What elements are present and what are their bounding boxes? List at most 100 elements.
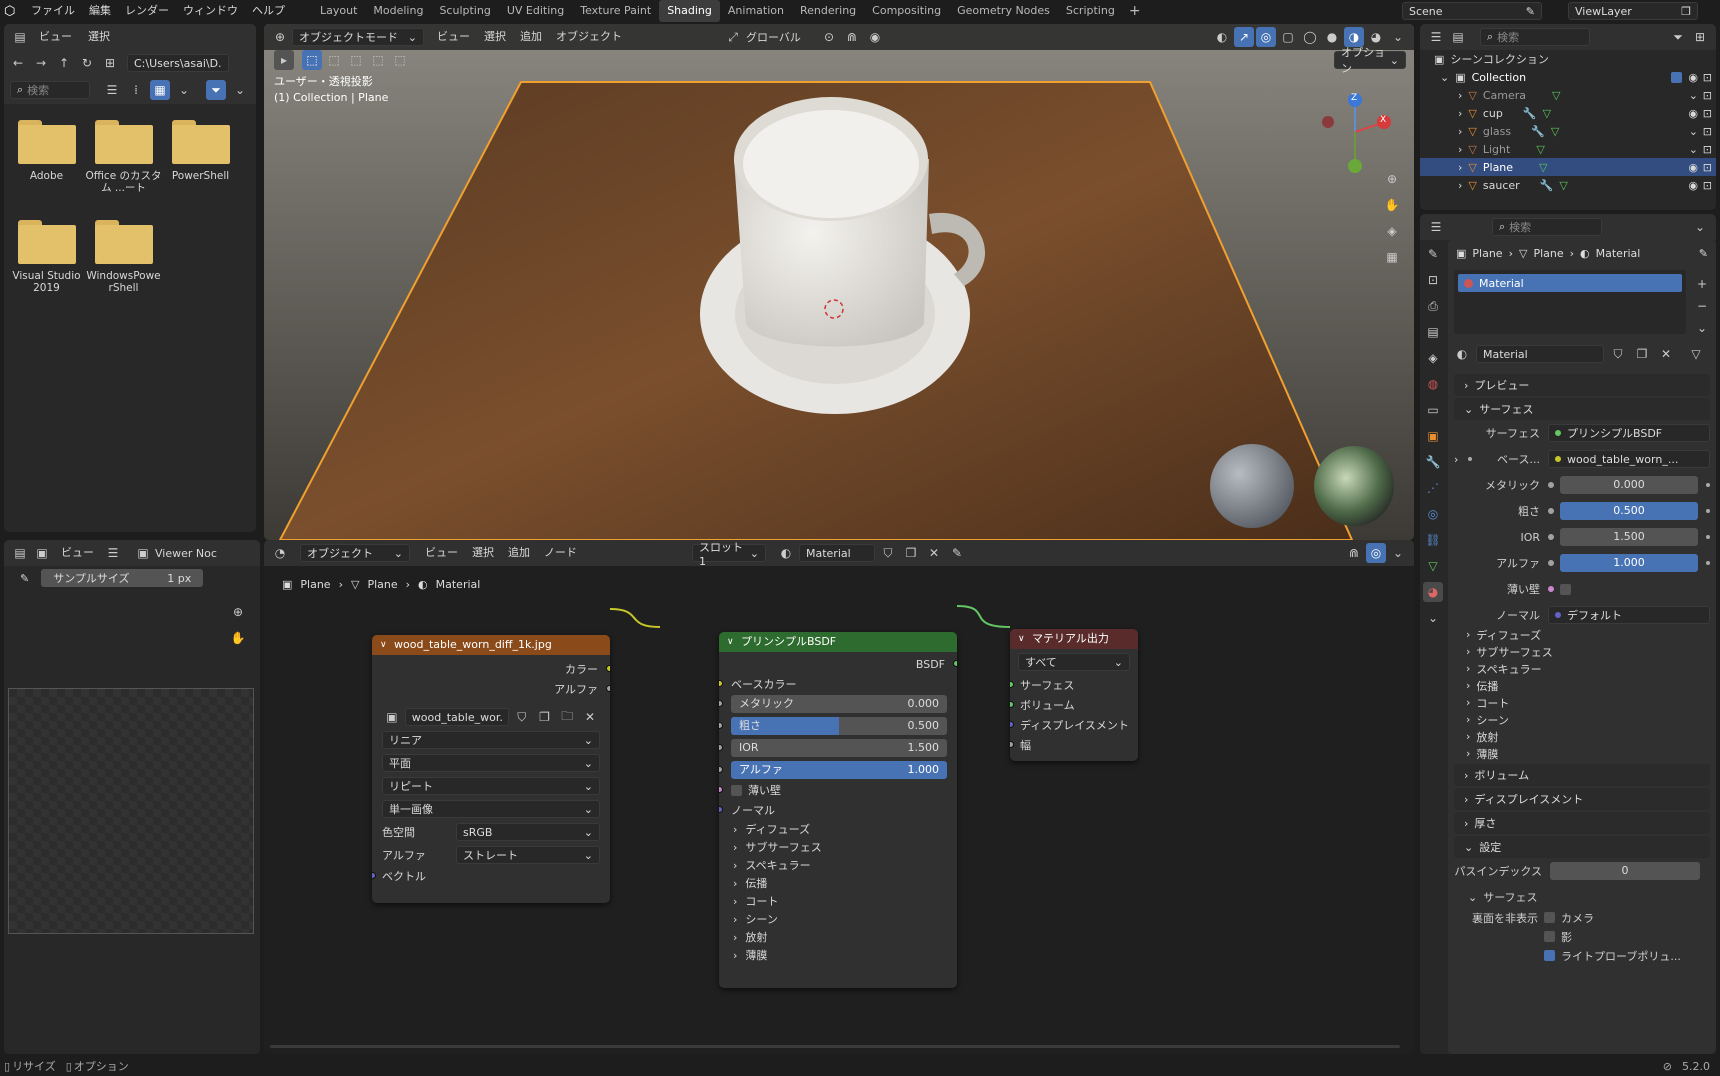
alpha-output-socket[interactable] bbox=[606, 685, 610, 692]
visibility-icon[interactable]: ◐ bbox=[1212, 27, 1232, 47]
eye-icon[interactable]: ◉ bbox=[1688, 107, 1698, 120]
keyframe-dot-icon[interactable] bbox=[1468, 457, 1472, 461]
display-mode-icon[interactable]: ▤ bbox=[1448, 27, 1468, 47]
collection-checkbox[interactable] bbox=[1671, 71, 1682, 83]
principled-bsdf-node[interactable]: プリンシプルBSDF BSDF ベースカラー メタリック 0.000 粗さ 0.50… bbox=[719, 632, 957, 988]
scene-selector[interactable]: Scene ✎ bbox=[1402, 2, 1542, 20]
folder-item[interactable]: WindowsPowerShell bbox=[85, 214, 162, 314]
workspace-tab[interactable]: Texture Paint bbox=[572, 0, 659, 22]
output-tab-icon[interactable]: ⎙ bbox=[1423, 296, 1443, 316]
keyframe-dot-icon[interactable] bbox=[1706, 509, 1710, 513]
sample-size-field[interactable]: サンプルサイズ 1 px bbox=[41, 569, 204, 587]
material-tab-icon[interactable]: ◕ bbox=[1423, 582, 1443, 602]
node-editor[interactable]: ◔ オブジェクト ⌄ ビュー 選択 追加 ノード スロット1 ⌄ ◐ Material ⛉… bbox=[264, 540, 1414, 1054]
bsdf-subpanel[interactable]: › サブサーフェス bbox=[719, 838, 957, 856]
viewport-menu-item[interactable]: ビュー bbox=[430, 27, 477, 47]
select-extend-icon[interactable]: ⬚ bbox=[324, 50, 344, 70]
material-name-field[interactable]: Material bbox=[1476, 345, 1604, 363]
modifier-tab-icon[interactable]: 🔧 bbox=[1423, 452, 1443, 472]
transform-orientation[interactable]: グローバル bbox=[746, 29, 816, 45]
bsdf-subpanel[interactable]: › シーン bbox=[719, 910, 957, 928]
metallic-socket[interactable] bbox=[719, 700, 723, 707]
list-view-icon[interactable]: ☰ bbox=[102, 80, 122, 100]
normal-socket[interactable] bbox=[719, 806, 723, 813]
workspace-tab[interactable]: Shading bbox=[659, 0, 720, 22]
menu-item[interactable]: ファイル bbox=[24, 1, 82, 21]
chevron-right-icon[interactable]: › bbox=[1458, 179, 1462, 192]
refresh-icon[interactable]: ↻ bbox=[77, 53, 97, 73]
menu-icon[interactable]: ☰ bbox=[103, 543, 123, 563]
bsdf-subpanel[interactable]: › コート bbox=[719, 892, 957, 910]
thumbnail-view-icon[interactable]: ▦ bbox=[150, 80, 170, 100]
sample-tool-icon[interactable]: ✎ bbox=[20, 572, 29, 585]
ior-socket[interactable] bbox=[719, 744, 723, 751]
outliner-item-glass[interactable]: › ▽ glass 🔧 ▽ ⌄ ⊡ bbox=[1420, 122, 1716, 140]
backface-checkbox[interactable] bbox=[1544, 931, 1555, 942]
overlay-icon[interactable]: ◎ bbox=[1256, 27, 1276, 47]
view-layer-tab-icon[interactable]: ▤ bbox=[1423, 322, 1443, 342]
chevron-right-icon[interactable]: › bbox=[1458, 107, 1462, 120]
perspective-grid-icon[interactable]: ▦ bbox=[1382, 247, 1402, 267]
output-input-socket[interactable] bbox=[1010, 721, 1014, 728]
collection-tab-icon[interactable]: ▭ bbox=[1423, 400, 1443, 420]
output-input-socket[interactable] bbox=[1010, 701, 1014, 708]
select-box-icon[interactable]: ⬚ bbox=[302, 50, 322, 70]
outliner-item-camera[interactable]: › ▽ Camera ▽ ⌄ ⊡ bbox=[1420, 86, 1716, 104]
chevron-down-icon[interactable]: ⌄ bbox=[174, 80, 194, 100]
metallic-field[interactable]: 0.000 bbox=[1560, 476, 1698, 494]
camera-render-icon[interactable]: ⊡ bbox=[1703, 71, 1712, 84]
unlink-icon[interactable]: ✕ bbox=[1656, 344, 1676, 364]
property-subpanel[interactable]: › コート bbox=[1466, 694, 1716, 711]
property-subpanel[interactable]: › ディフューズ bbox=[1466, 626, 1716, 643]
zoom-icon[interactable]: ⊕ bbox=[228, 602, 248, 622]
file-search-input[interactable]: ⌕ 検索 bbox=[10, 81, 90, 99]
ior-field[interactable]: 1.500 bbox=[1560, 528, 1698, 546]
parent-dir-icon[interactable]: ↑ bbox=[54, 53, 74, 73]
section-displacement[interactable]: › ディスプレイスメント bbox=[1454, 788, 1710, 810]
shading-options-icon[interactable]: ⌄ bbox=[1388, 27, 1408, 47]
roughness-field[interactable]: 粗さ 0.500 bbox=[731, 717, 947, 735]
socket-dot-icon[interactable] bbox=[1548, 534, 1554, 540]
select-intersect-icon[interactable]: ⬚ bbox=[390, 50, 410, 70]
property-subpanel[interactable]: › サブサーフェス bbox=[1466, 643, 1716, 660]
outliner-search-input[interactable]: ⌕ 検索 bbox=[1480, 28, 1590, 46]
select-tool-icon[interactable]: ▸ bbox=[274, 50, 294, 70]
backface-option[interactable]: 裏面を非表示 カメラ bbox=[1448, 908, 1716, 927]
link-type-icon[interactable]: ▽ bbox=[1686, 344, 1706, 364]
outliner-item-plane[interactable]: › ▽ Plane ▽ ◉ ⊡ bbox=[1420, 158, 1716, 176]
thin-wall-checkbox[interactable] bbox=[731, 784, 742, 796]
eye-icon[interactable]: ⌄ bbox=[1689, 89, 1698, 102]
chevron-right-icon[interactable]: › bbox=[1454, 453, 1468, 466]
filter-icon[interactable]: ⏷ bbox=[1668, 27, 1688, 47]
node-editor-scrollbar[interactable] bbox=[270, 1045, 1400, 1048]
folder-item[interactable]: PowerShell bbox=[162, 114, 239, 214]
slot-menu-icon[interactable]: ⌄ bbox=[1692, 318, 1712, 338]
image-texture-node[interactable]: wood_table_worn_diff_1k.jpg カラー アルファ ▣ w… bbox=[372, 635, 610, 903]
tool-tab-icon[interactable]: ✎ bbox=[1423, 244, 1443, 264]
new-collection-icon[interactable]: ⊞ bbox=[1690, 27, 1710, 47]
particles-tab-icon[interactable]: ⋰ bbox=[1423, 478, 1443, 498]
workspace-tab[interactable]: Geometry Nodes bbox=[949, 0, 1058, 22]
render-tab-icon[interactable]: ⊡ bbox=[1423, 270, 1443, 290]
roughness-socket[interactable] bbox=[719, 722, 723, 729]
snap-icon[interactable]: ⋒ bbox=[842, 27, 862, 47]
base-color-socket[interactable] bbox=[719, 680, 723, 687]
output-input-socket[interactable] bbox=[1010, 681, 1014, 688]
menu-view[interactable]: ビュー bbox=[32, 27, 79, 47]
socket-dot-icon[interactable] bbox=[1548, 586, 1554, 592]
camera-view-icon[interactable]: ◈ bbox=[1382, 221, 1402, 241]
keyframe-dot-icon[interactable] bbox=[1706, 483, 1710, 487]
output-target-select[interactable]: すべて ⌄ bbox=[1018, 653, 1130, 671]
xray-icon[interactable]: ▢ bbox=[1278, 27, 1298, 47]
gizmo-icon[interactable]: ↗ bbox=[1234, 27, 1254, 47]
select-subtract-icon[interactable]: ⬚ bbox=[346, 50, 366, 70]
filter-icon[interactable]: ⏷ bbox=[206, 80, 226, 100]
workspace-tab[interactable]: UV Editing bbox=[499, 0, 572, 22]
backface-option[interactable]: 影 bbox=[1448, 927, 1716, 946]
more-tabs-icon[interactable]: ⌄ bbox=[1423, 608, 1443, 628]
pivot-icon[interactable]: ⊙ bbox=[819, 27, 839, 47]
camera-render-icon[interactable]: ⊡ bbox=[1703, 125, 1712, 138]
alpha-socket[interactable] bbox=[719, 766, 723, 773]
property-subpanel[interactable]: › シーン bbox=[1466, 711, 1716, 728]
property-subpanel[interactable]: › 伝播 bbox=[1466, 677, 1716, 694]
